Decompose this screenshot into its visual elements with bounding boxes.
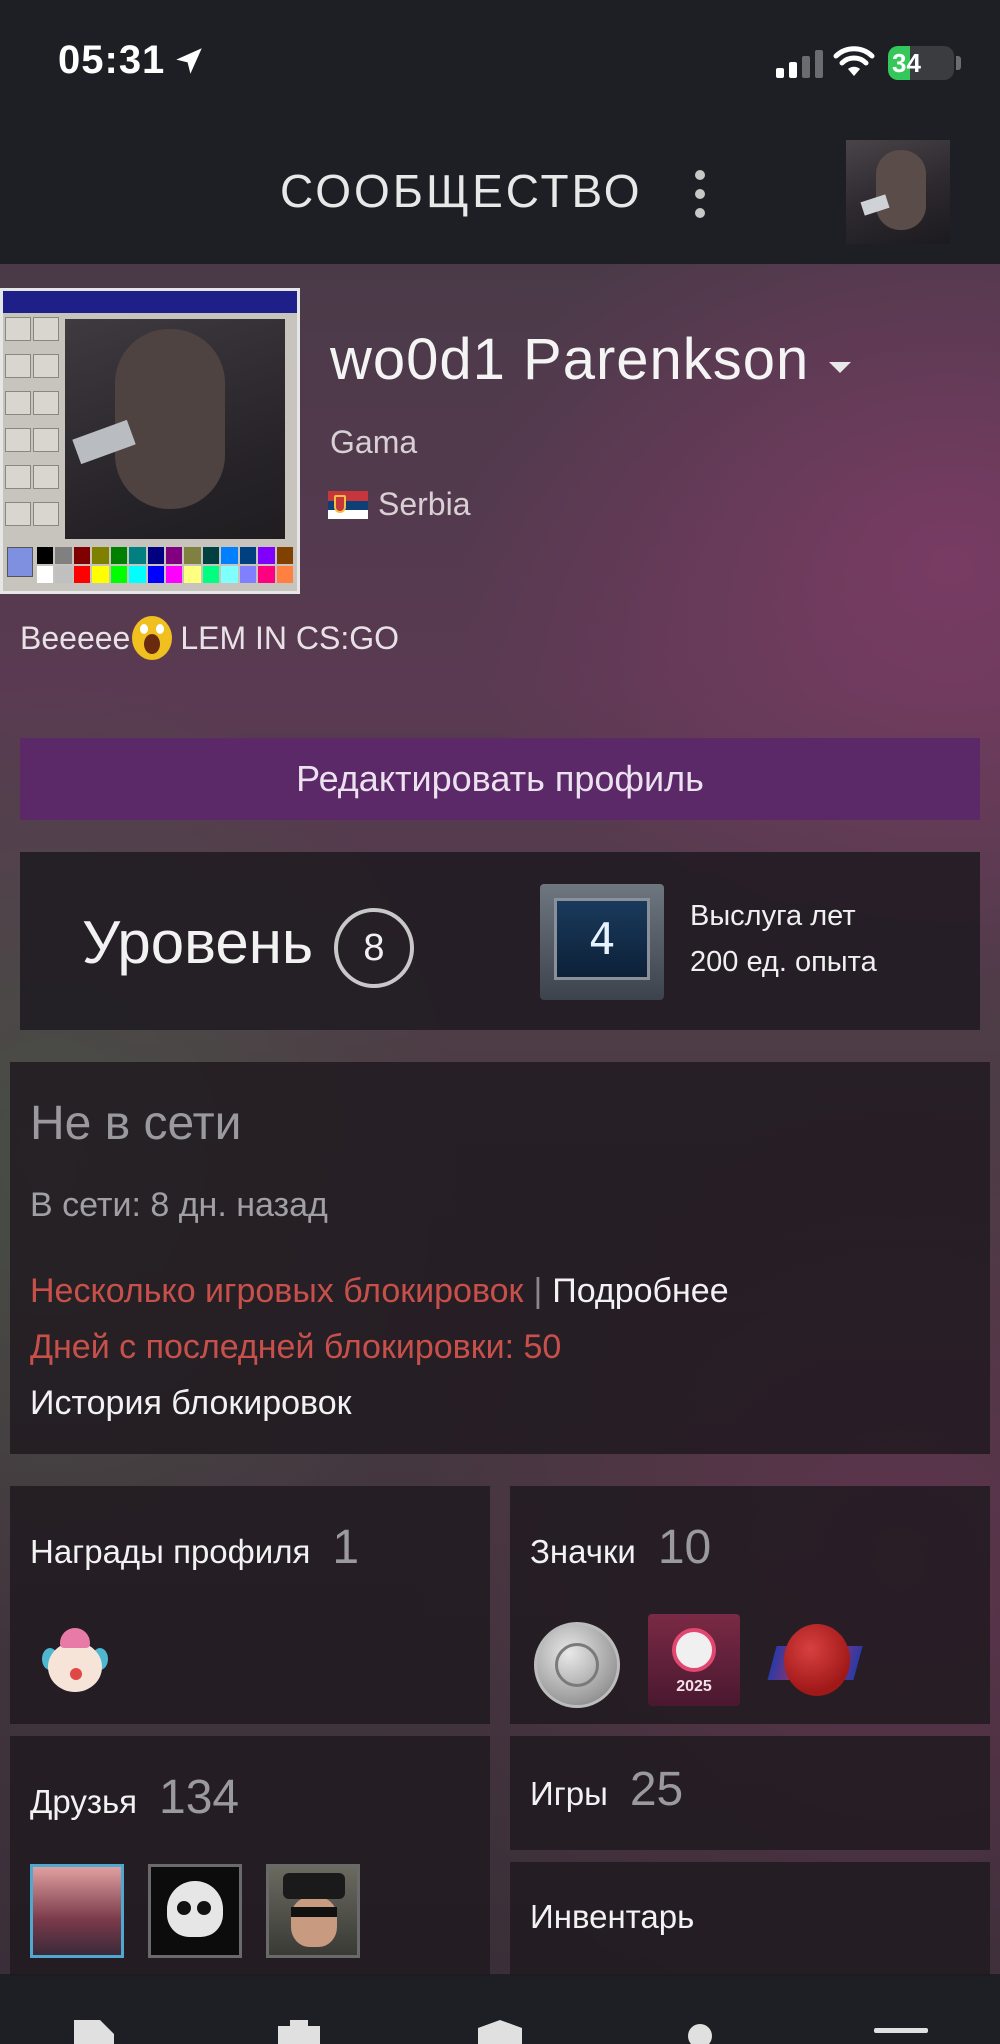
battery-icon: 34 xyxy=(888,46,954,80)
last-online: В сети: 8 дн. назад xyxy=(30,1186,328,1224)
page-title: СООБЩЕСТВО xyxy=(280,165,643,217)
clown-award-icon xyxy=(42,1628,108,1694)
badge-year: 2025 xyxy=(676,1678,712,1695)
profile-awards-tile[interactable]: Награды профиля 1 xyxy=(10,1486,490,1724)
edit-profile-button[interactable]: Редактировать профиль xyxy=(20,738,980,820)
days-since-ban: Дней с последней блокировки: 50 xyxy=(30,1328,562,1366)
friends-label: Друзья xyxy=(30,1783,138,1820)
cellular-signal-icon xyxy=(776,48,823,78)
level-badge: 8 xyxy=(334,908,414,988)
games-count: 25 xyxy=(629,1763,684,1816)
summary-text-end: LEM IN CS:GO xyxy=(180,619,400,656)
location: Serbia xyxy=(328,486,471,523)
real-name: Gama xyxy=(330,424,418,460)
app-header: СООБЩЕСТВО xyxy=(0,120,1000,264)
serbia-flag-icon xyxy=(328,490,368,519)
menu-icon[interactable] xyxy=(874,2020,928,2044)
store-icon[interactable] xyxy=(278,2020,320,2044)
news-icon[interactable] xyxy=(70,2020,118,2044)
profile-avatar xyxy=(0,288,300,594)
badges-label: Значки xyxy=(530,1533,636,1570)
battery-percent: 34 xyxy=(892,48,921,78)
wifi-icon xyxy=(833,46,875,76)
years-of-service-badge-icon: 4 xyxy=(540,884,664,1000)
persona-name-row[interactable]: wo0d1 Parenkson xyxy=(330,326,852,393)
friends-tile[interactable]: Друзья 134 xyxy=(10,1736,490,1976)
wax-seal-badge-icon xyxy=(767,1620,863,1706)
friends-count: 134 xyxy=(159,1771,240,1824)
awards-label: Награды профиля xyxy=(30,1533,311,1570)
friend-avatar[interactable] xyxy=(30,1864,124,1958)
games-label: Игры xyxy=(530,1775,608,1812)
shield-icon[interactable] xyxy=(478,2020,522,2044)
inventory-tile[interactable]: Инвентарь xyxy=(510,1862,990,1976)
game-bans-label: Несколько игровых блокировок xyxy=(30,1272,524,1310)
more-menu-icon[interactable] xyxy=(690,170,710,218)
screaming-emoticon-icon xyxy=(132,616,173,660)
profile-icon[interactable] xyxy=(684,2020,716,2044)
featured-badge-name: Выслуга лет xyxy=(690,900,856,932)
badges-count: 10 xyxy=(657,1521,712,1574)
ban-separator: | xyxy=(533,1272,543,1310)
bottom-navigation xyxy=(0,1976,1000,2044)
online-state: Не в сети xyxy=(30,1097,242,1150)
steam-2025-badge-icon: 2025 xyxy=(648,1614,740,1706)
persona-name: wo0d1 Parenkson xyxy=(330,327,810,392)
ban-history-link[interactable]: История блокировок xyxy=(30,1384,352,1423)
battery-tip xyxy=(956,56,961,70)
location-arrow-icon xyxy=(176,48,202,74)
games-tile[interactable]: Игры 25 xyxy=(510,1736,990,1850)
caret-down-icon xyxy=(829,362,852,373)
ban-details-link[interactable]: Подробнее xyxy=(552,1272,728,1311)
friend-avatar[interactable] xyxy=(266,1864,360,1958)
ban-status-row: Несколько игровых блокировок | Подробнее xyxy=(30,1272,729,1311)
status-bar: 05:31 34 xyxy=(0,0,1000,120)
status-card: Не в сети В сети: 8 дн. назад Несколько … xyxy=(10,1062,990,1454)
badges-tile[interactable]: Значки 10 2025 xyxy=(510,1486,990,1724)
header-avatar[interactable] xyxy=(846,140,950,244)
location-country: Serbia xyxy=(378,486,471,522)
summary-text-start: Beeeee xyxy=(20,619,131,656)
inventory-label: Инвентарь xyxy=(530,1898,695,1935)
featured-badge-xp: 200 ед. опыта xyxy=(690,946,877,978)
level-label: Уровень xyxy=(82,909,314,976)
years-count: 4 xyxy=(554,898,650,980)
awards-count: 1 xyxy=(332,1521,360,1574)
status-time: 05:31 xyxy=(58,38,166,82)
silver-coin-badge-icon xyxy=(534,1622,620,1708)
profile-summary: Beeeee LEM IN CS:GO xyxy=(20,616,399,660)
friend-avatar[interactable] xyxy=(148,1864,242,1958)
level-card[interactable]: Уровень 8 4 Выслуга лет 200 ед. опыта xyxy=(20,852,980,1030)
